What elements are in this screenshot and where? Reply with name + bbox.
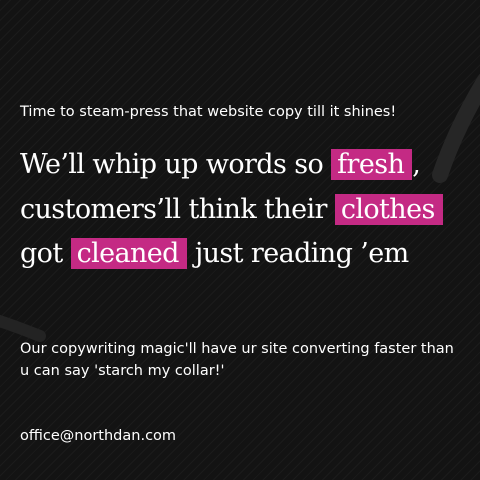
headline: We’ll whip up words so fresh, customers’… xyxy=(20,143,470,277)
highlight-clothes: clothes xyxy=(334,193,443,225)
headline-text: just reading ’em xyxy=(186,238,409,269)
headline-text: got xyxy=(20,238,71,269)
tagline: Time to steam-press that website copy ti… xyxy=(20,104,397,120)
body-text: Our copywriting magic'll have ur site co… xyxy=(20,341,454,379)
email-link[interactable]: office@northdan.com xyxy=(20,426,176,446)
highlight-cleaned: cleaned xyxy=(70,238,187,269)
highlight-fresh: fresh xyxy=(331,149,413,180)
headline-text: We’ll whip up words so xyxy=(20,149,332,180)
